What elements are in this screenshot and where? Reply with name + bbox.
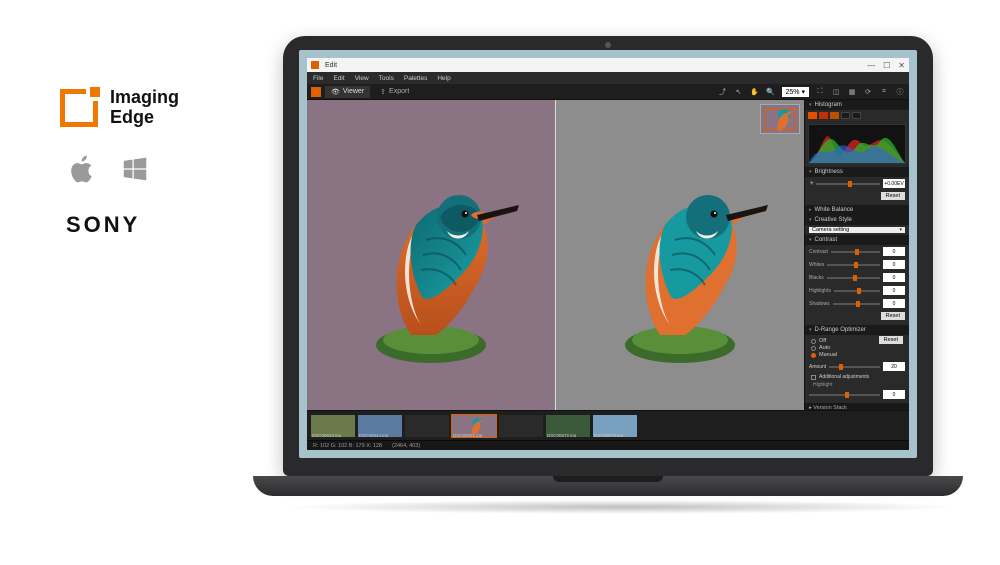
contrast-slider[interactable]: Contrast0: [805, 245, 909, 258]
histogram-graph: [808, 124, 906, 164]
rotate-icon[interactable]: ⟳: [863, 87, 873, 97]
platform-icons: [60, 154, 179, 184]
eye-icon: 👁: [331, 88, 340, 96]
menu-view[interactable]: View: [355, 75, 369, 82]
status-rgb: R: 102 G: 102 B: 179 X: 128: [313, 443, 382, 449]
after-pane: [556, 100, 804, 410]
brightness-reset-button[interactable]: Reset: [881, 192, 905, 200]
bird-image-left: [341, 145, 521, 365]
grid-icon[interactable]: ▦: [847, 87, 857, 97]
histogram-channel-buttons[interactable]: [805, 110, 909, 121]
status-bar: R: 102 G: 102 B: 179 X: 128 (2464, 403): [307, 440, 909, 450]
menu-help[interactable]: Help: [437, 75, 450, 82]
export-icon: ⇪: [380, 88, 386, 96]
status-dims: (2464, 403): [392, 443, 420, 449]
dro-header[interactable]: D-Range Optimizer: [805, 325, 909, 335]
tab-export-label: Export: [389, 88, 409, 95]
product-line1: Imaging: [110, 88, 179, 108]
app-mark-icon: [311, 87, 321, 97]
brightness-slider[interactable]: ☀ +0.00EV: [805, 177, 909, 190]
highlights-slider[interactable]: Highlights0: [805, 284, 909, 297]
thumb-2[interactable]: [405, 415, 449, 437]
workspace: Histogram Brightness ☀: [307, 100, 909, 410]
dro-amount-row[interactable]: Amount 20: [805, 361, 909, 372]
menu-edit[interactable]: Edit: [333, 75, 344, 82]
dro-manual-radio[interactable]: Manual: [811, 352, 903, 358]
dro-auto-radio[interactable]: Auto: [811, 345, 903, 351]
window-title: Edit: [325, 62, 337, 69]
apple-icon: [68, 154, 98, 184]
pointer-tool-icon[interactable]: ↖: [734, 87, 744, 97]
info-icon[interactable]: ⓘ: [895, 87, 905, 97]
thumb-4[interactable]: [499, 415, 543, 437]
menu-file[interactable]: File: [313, 75, 323, 82]
thumb-3[interactable]: DSC00651.jpg: [452, 415, 496, 437]
version-stack-header[interactable]: ▸ Version Stack: [805, 403, 909, 410]
whites-slider[interactable]: Whites0: [805, 258, 909, 271]
minimize-button[interactable]: —: [867, 61, 875, 70]
tab-viewer-label: Viewer: [343, 88, 364, 95]
webcam-icon: [605, 42, 611, 48]
tab-bar: 👁 Viewer ⇪ Export ⤴ ↖ ✋ 🔍 25% ▾ ⛶: [307, 84, 909, 100]
white-balance-header[interactable]: White Balance: [805, 205, 909, 215]
contrast-reset-button[interactable]: Reset: [881, 312, 905, 320]
dro-highlight-slider[interactable]: 0: [805, 388, 909, 401]
thumb-0[interactable]: DSC00643.jpg: [311, 415, 355, 437]
zoom-tool-icon[interactable]: 🔍: [766, 87, 776, 97]
tab-viewer[interactable]: 👁 Viewer: [325, 86, 370, 98]
edit-app-window: Edit — ☐ ✕ File Edit View Tools Palettes…: [307, 58, 909, 450]
fit-screen-icon[interactable]: ⛶: [815, 87, 825, 97]
menu-bar: File Edit View Tools Palettes Help: [307, 72, 909, 84]
sony-logo: SONY: [60, 212, 179, 238]
menu-tools[interactable]: Tools: [379, 75, 394, 82]
adjustments-panel: Histogram Brightness ☀: [804, 100, 909, 410]
imaging-edge-mark-icon: [60, 89, 98, 127]
creative-style-header[interactable]: Creative Style: [805, 215, 909, 225]
before-pane: [307, 100, 555, 410]
dro-additional-check[interactable]: Additional adjustments: [805, 373, 909, 381]
compare-icon[interactable]: ◫: [831, 87, 841, 97]
imaging-edge-logo: Imaging Edge: [60, 88, 179, 128]
navigator-preview[interactable]: [760, 104, 800, 134]
tab-export[interactable]: ⇪ Export: [374, 86, 415, 98]
creative-style-dropdown[interactable]: Camera setting: [809, 227, 905, 233]
menu-palettes[interactable]: Palettes: [404, 75, 428, 82]
brightness-value[interactable]: +0.00EV: [883, 179, 905, 188]
bird-image-right: [590, 145, 770, 365]
thumb-5[interactable]: DSC00672.jpg: [546, 415, 590, 437]
compare-canvas[interactable]: [307, 100, 804, 410]
dro-reset-button[interactable]: Reset: [879, 336, 903, 344]
zoom-value[interactable]: 25% ▾: [782, 87, 809, 97]
brightness-header[interactable]: Brightness: [805, 167, 909, 177]
maximize-button[interactable]: ☐: [883, 61, 890, 70]
window-titlebar: Edit — ☐ ✕: [307, 58, 909, 72]
brightness-icon: ☀: [809, 180, 813, 187]
thumb-1[interactable]: DSC00644.jpg: [358, 415, 402, 437]
blacks-slider[interactable]: Blacks0: [805, 271, 909, 284]
histogram-header[interactable]: Histogram: [805, 100, 909, 110]
contrast-header[interactable]: Contrast: [805, 235, 909, 245]
upload-tool-icon[interactable]: ⤴: [718, 87, 728, 97]
crop-icon[interactable]: ⌗: [879, 87, 889, 97]
hand-tool-icon[interactable]: ✋: [750, 87, 760, 97]
product-line2: Edge: [110, 108, 179, 128]
thumb-6[interactable]: DSC00673.jpg: [593, 415, 637, 437]
app-icon: [311, 61, 319, 69]
laptop-mockup: Edit — ☐ ✕ File Edit View Tools Palettes…: [283, 36, 933, 514]
branding-block: Imaging Edge SONY: [60, 88, 179, 238]
dro-amount-value[interactable]: 20: [883, 362, 905, 371]
shadows-slider[interactable]: Shadows0: [805, 297, 909, 310]
windows-icon: [120, 154, 150, 184]
close-button[interactable]: ✕: [898, 61, 905, 70]
filmstrip[interactable]: DSC00643.jpg DSC00644.jpg DSC00651.jpg D…: [307, 410, 909, 440]
